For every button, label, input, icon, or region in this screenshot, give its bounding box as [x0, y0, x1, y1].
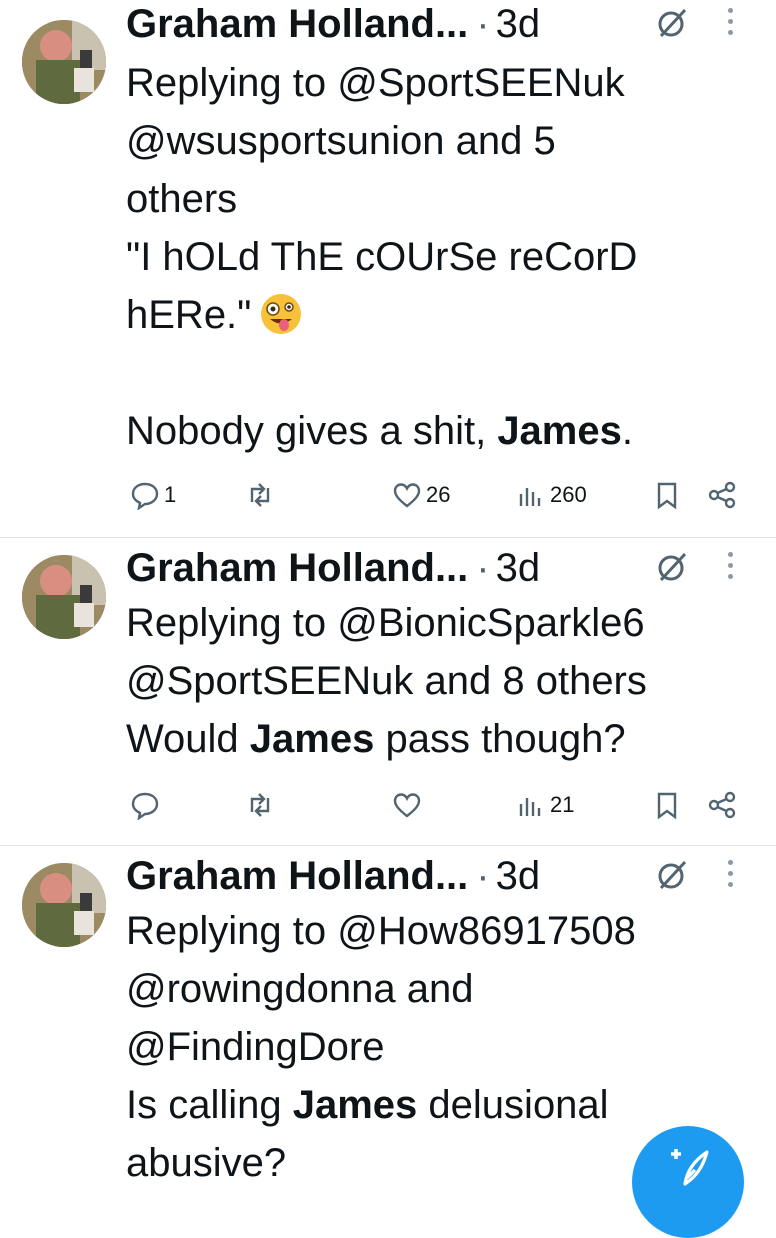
replying-to-label: Replying to: [126, 601, 327, 645]
views-button[interactable]: 21: [516, 790, 574, 820]
like-button[interactable]: 26: [392, 480, 450, 510]
grok-icon[interactable]: [653, 548, 691, 586]
bold-name: James: [497, 409, 622, 453]
bookmark-icon: [657, 482, 677, 510]
more-icon[interactable]: [725, 8, 735, 42]
author-name[interactable]: Graham Holland...: [126, 854, 468, 899]
share-button[interactable]: [707, 480, 737, 510]
view-count: 21: [550, 792, 575, 817]
avatar[interactable]: [22, 20, 106, 104]
tweet-text-line: Is calling: [126, 1083, 293, 1127]
zany-face-emoji: [259, 292, 303, 336]
tweet-text-line: "I hOLd ThE cOUrSe reCorD: [126, 235, 638, 279]
views-icon: [519, 798, 541, 816]
bookmark-button[interactable]: [652, 790, 682, 820]
separator: ·: [476, 1, 490, 46]
bold-name: James: [292, 1083, 418, 1127]
repost-icon: [250, 483, 270, 507]
more-icon[interactable]: [725, 860, 735, 894]
tweet-text-line: delusional: [417, 1083, 609, 1127]
grok-icon[interactable]: [653, 4, 691, 42]
reply-icon: [131, 482, 159, 510]
share-button[interactable]: [707, 790, 737, 820]
repost-button[interactable]: [245, 790, 275, 820]
avatar[interactable]: [22, 863, 106, 947]
tweet[interactable]: Graham Holland... · 3d Replying to @Spor…: [0, 0, 776, 538]
author-name[interactable]: Graham Holland...: [126, 2, 468, 47]
compose-icon: [671, 1149, 709, 1186]
replying-to-label: Replying to: [126, 909, 327, 953]
bold-name: James: [249, 717, 375, 761]
compose-button[interactable]: [632, 1126, 744, 1238]
author-name[interactable]: Graham Holland...: [126, 546, 468, 591]
repost-icon: [250, 793, 270, 817]
separator: ·: [476, 853, 490, 898]
share-icon: [708, 481, 736, 509]
tweet-text-line: pass though?: [374, 717, 626, 761]
avatar[interactable]: [22, 555, 106, 639]
reply-button[interactable]: [130, 790, 160, 820]
separator: ·: [476, 545, 490, 590]
tweet-text-line: .: [621, 409, 633, 453]
reply-icon: [131, 792, 159, 820]
mention-link[interactable]: @How86917508: [337, 909, 636, 953]
tweet[interactable]: Graham Holland... · 3d Replying to @Bion…: [0, 538, 776, 846]
replying-to-label: Replying to: [126, 61, 327, 105]
timestamp[interactable]: 3d: [496, 854, 541, 899]
grok-icon[interactable]: [653, 856, 691, 894]
tweet-text: "I hOLd ThE cOUrSe reCorD hERe." Nobody …: [126, 228, 762, 460]
like-button[interactable]: [392, 790, 422, 820]
bookmark-button[interactable]: [652, 480, 682, 510]
mention-link[interactable]: @rowingdonna and: [126, 960, 762, 1018]
reply-count: 1: [164, 482, 177, 507]
bookmark-icon: [657, 792, 677, 820]
timestamp[interactable]: 3d: [496, 2, 541, 47]
mention-link[interactable]: @SportSEENuk: [337, 61, 624, 105]
mention-link[interactable]: @wsusportsunion and 5: [126, 112, 762, 170]
like-count: 26: [426, 482, 451, 507]
views-icon: [519, 488, 541, 506]
tweet-text-line: Nobody gives a shit,: [126, 409, 498, 453]
share-icon: [708, 791, 736, 819]
tweet-text: Would James pass though?: [126, 710, 762, 768]
views-button[interactable]: 260: [516, 480, 587, 510]
mention-link[interactable]: @BionicSparkle6: [337, 601, 644, 645]
tweet-text-line: Would: [126, 717, 250, 761]
mention-link[interactable]: @FindingDore: [126, 1018, 762, 1076]
reply-button[interactable]: 1: [130, 480, 176, 510]
timestamp[interactable]: 3d: [496, 546, 541, 591]
like-icon: [393, 793, 421, 818]
mention-link[interactable]: others: [126, 170, 762, 228]
more-icon[interactable]: [725, 552, 735, 586]
repost-button[interactable]: [245, 480, 275, 510]
tweet-text-line: hERe.": [126, 293, 252, 337]
view-count: 260: [550, 482, 587, 507]
like-icon: [393, 483, 421, 508]
mention-link[interactable]: @SportSEENuk and 8 others: [126, 652, 762, 710]
